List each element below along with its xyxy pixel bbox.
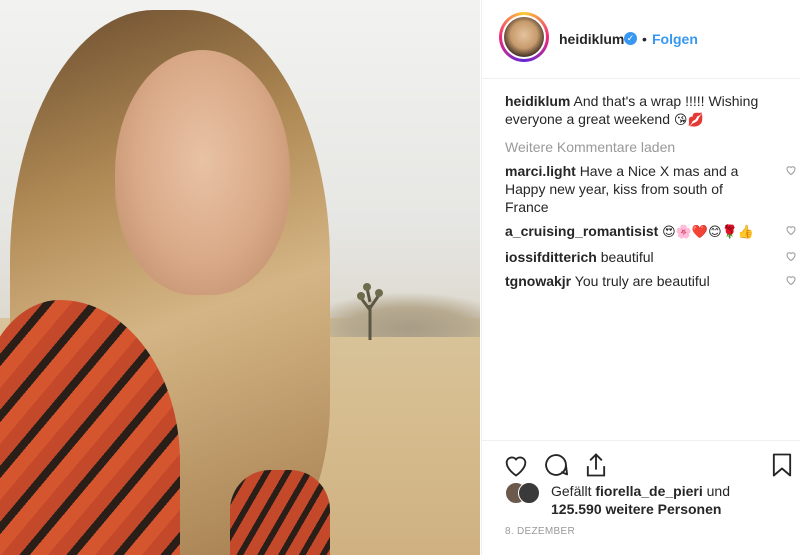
load-more-comments-link[interactable]: Weitere Kommentare laden xyxy=(505,138,765,156)
comment-row: marci.light Have a Nice X mas and a Happ… xyxy=(505,162,796,216)
heart-icon[interactable] xyxy=(502,451,530,479)
comment-row: tgnowakjr You truly are beautiful xyxy=(505,272,796,290)
comment-like-heart-icon[interactable] xyxy=(785,250,797,262)
header-username[interactable]: heidiklum xyxy=(559,31,624,47)
comment-username[interactable]: marci.light xyxy=(505,163,576,179)
photo-tiger-jacket-right xyxy=(230,470,330,555)
comment-like-heart-icon[interactable] xyxy=(785,274,797,286)
comment-username[interactable]: tgnowakjr xyxy=(505,273,571,289)
comment-row: iossifditterich beautiful xyxy=(505,248,796,266)
post-side-panel: heidiklum ✓ • Folgen heidiklum And that'… xyxy=(481,0,800,555)
post-photo[interactable] xyxy=(0,0,480,555)
liker-avatars xyxy=(505,482,541,504)
comment-username[interactable]: iossifditterich xyxy=(505,249,597,265)
comment-like-heart-icon[interactable] xyxy=(785,164,797,176)
likes-and: und xyxy=(706,483,730,499)
post-date[interactable]: 8. DEZEMBER xyxy=(505,526,575,537)
bookmark-icon[interactable] xyxy=(768,451,796,479)
comment-row: a_cruising_romantisist 😍🌸❤️😊🌹👍 xyxy=(505,222,796,242)
profile-avatar-ring[interactable] xyxy=(499,12,549,62)
verified-badge-icon: ✓ xyxy=(624,32,637,45)
avatar-image xyxy=(504,17,544,57)
share-icon[interactable] xyxy=(582,451,610,479)
caption-emoji: 😘💋 xyxy=(673,113,704,128)
likes-text: Gefällt fiorella_de_pieri und 125.590 we… xyxy=(551,482,791,518)
comment-icon[interactable] xyxy=(542,451,570,479)
caption: heidiklum And that's a wrap !!!!! Wishin… xyxy=(505,92,765,130)
likes-username[interactable]: fiorella_de_pieri xyxy=(595,483,702,499)
likes-suffix[interactable]: weitere Personen xyxy=(606,501,722,517)
post-header: heidiklum ✓ • Folgen xyxy=(482,0,800,79)
caption-username[interactable]: heidiklum xyxy=(505,93,570,109)
photo-face xyxy=(115,50,290,295)
comment-text: You truly are beautiful xyxy=(574,273,710,289)
likes-prefix: Gefällt xyxy=(551,483,592,499)
likes-count[interactable]: 125.590 xyxy=(551,501,602,517)
liker-avatar[interactable] xyxy=(518,482,540,504)
follow-button[interactable]: Folgen xyxy=(652,31,698,47)
comment-like-heart-icon[interactable] xyxy=(785,224,797,236)
comments-list: heidiklum And that's a wrap !!!!! Wishin… xyxy=(505,92,796,290)
photo-joshua-tree xyxy=(357,283,383,340)
comment-emoji: 😍🌸❤️😊🌹👍 xyxy=(662,225,755,240)
comment-username[interactable]: a_cruising_romantisist xyxy=(505,223,658,239)
comment-text: beautiful xyxy=(600,249,654,265)
profile-avatar[interactable] xyxy=(502,15,546,59)
separator-dot: • xyxy=(642,31,647,47)
